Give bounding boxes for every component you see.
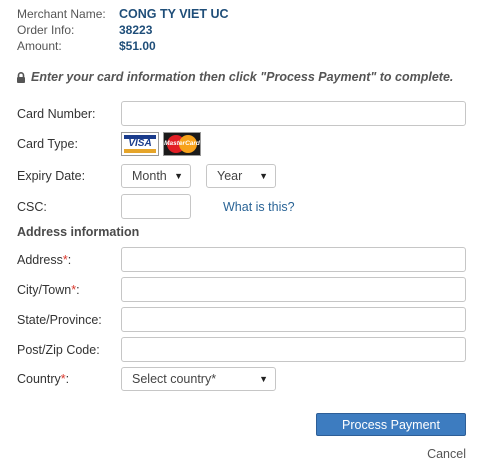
csc-help-link[interactable]: What is this?: [223, 200, 295, 214]
process-payment-button[interactable]: Process Payment: [316, 413, 466, 436]
country-value: Select country*: [132, 372, 217, 386]
expiry-month-select[interactable]: Month ▼: [121, 164, 191, 188]
year-value: Year: [217, 169, 243, 183]
zip-label: Post/Zip Code:: [17, 342, 100, 357]
country-select[interactable]: Select country* ▼: [121, 367, 276, 391]
zip-input[interactable]: [121, 337, 466, 362]
zip-row: Post/Zip Code:: [17, 337, 466, 362]
country-label: Country*:: [17, 372, 70, 386]
cancel-link[interactable]: Cancel: [427, 447, 466, 461]
csc-label: CSC:: [17, 199, 47, 214]
csc-input[interactable]: [121, 194, 191, 219]
state-input[interactable]: [121, 307, 466, 332]
lock-icon: [17, 71, 25, 83]
visa-card-text: VISA: [128, 138, 152, 149]
card-number-label: Card Number:: [17, 106, 96, 121]
card-number-input[interactable]: [121, 101, 466, 126]
card-type-options: VISA MasterCard: [121, 132, 201, 156]
city-label: City/Town*:: [17, 282, 80, 297]
order-info-label: Order Info:: [17, 23, 75, 37]
month-value: Month: [132, 169, 167, 183]
amount-value: $51.00: [119, 39, 156, 53]
merchant-name-value: CONG TY VIET UC: [119, 7, 229, 21]
expiry-row: Expiry Date: Month ▼ Year ▼: [17, 164, 276, 188]
address-input[interactable]: [121, 247, 466, 272]
expiry-year-select[interactable]: Year ▼: [206, 164, 276, 188]
mastercard-icon[interactable]: MasterCard: [163, 132, 201, 156]
merchant-name-label: Merchant Name:: [17, 7, 106, 21]
country-row: Country*: Select country* ▼: [17, 367, 276, 391]
address-row: Address*:: [17, 247, 466, 272]
card-type-row: Card Type: VISA MasterCard: [17, 132, 201, 156]
state-label: State/Province:: [17, 312, 102, 327]
instruction-notice: Enter your card information then click "…: [16, 70, 453, 84]
visa-card-icon[interactable]: VISA: [121, 132, 159, 156]
expiry-date-label: Expiry Date:: [17, 169, 86, 183]
amount-row: Amount: $51.00: [17, 38, 229, 54]
city-row: City/Town*:: [17, 277, 466, 302]
order-info-value: 38223: [119, 23, 153, 37]
card-type-label: Card Type:: [17, 137, 78, 151]
chevron-down-icon: ▼: [259, 374, 268, 384]
csc-row: CSC: What is this?: [17, 194, 295, 219]
mastercard-text: MasterCard: [164, 140, 200, 147]
chevron-down-icon: ▼: [259, 171, 268, 181]
merchant-info: Merchant Name: CONG TY VIET UC Order Inf…: [17, 6, 229, 54]
merchant-name-row: Merchant Name: CONG TY VIET UC: [17, 6, 229, 22]
amount-label: Amount:: [17, 39, 62, 53]
order-info-row: Order Info: 38223: [17, 22, 229, 38]
address-label: Address*:: [17, 252, 72, 267]
instruction-text: Enter your card information then click "…: [31, 70, 454, 84]
state-row: State/Province:: [17, 307, 466, 332]
chevron-down-icon: ▼: [174, 171, 183, 181]
card-number-row: Card Number:: [17, 101, 466, 126]
address-section-title: Address information: [17, 225, 140, 239]
city-input[interactable]: [121, 277, 466, 302]
